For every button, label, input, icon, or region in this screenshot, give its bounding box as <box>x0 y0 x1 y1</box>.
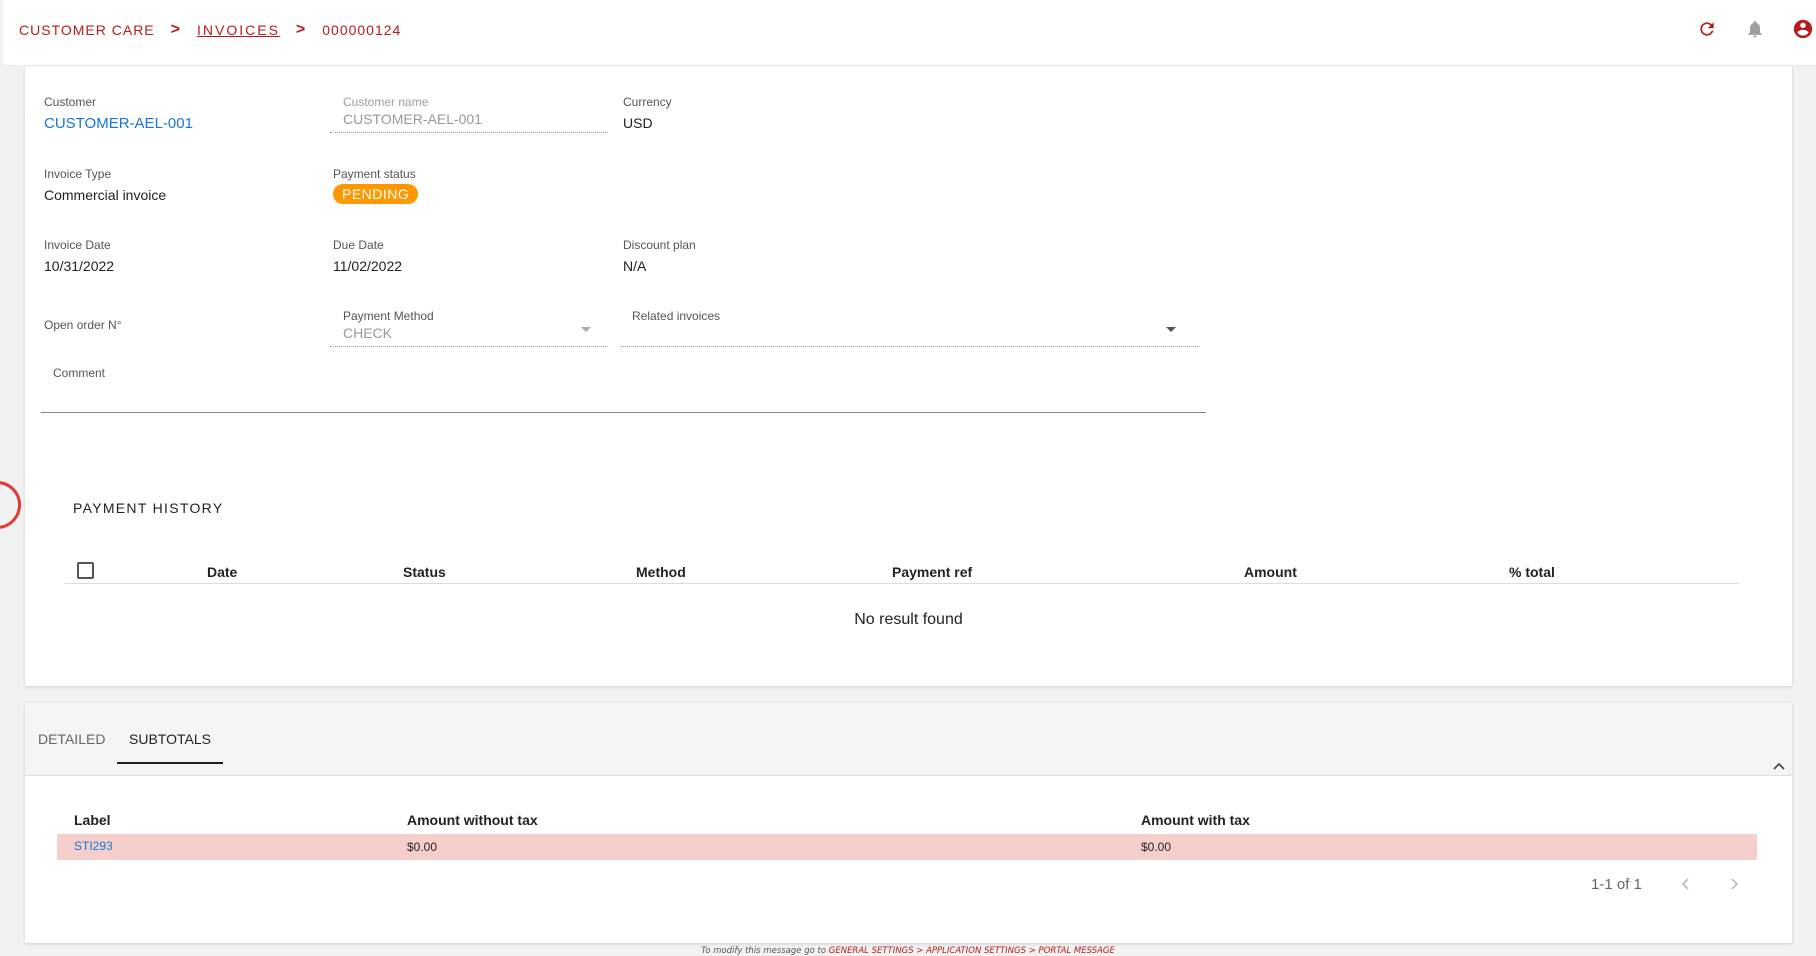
due-date-label: Due Date <box>333 238 384 252</box>
payment-method-select[interactable]: Payment Method CHECK <box>343 309 613 349</box>
discount-plan-label: Discount plan <box>623 238 696 252</box>
currency-value: USD <box>623 115 653 131</box>
related-invoices-select[interactable]: Related invoices <box>632 309 1199 349</box>
open-order-label: Open order N° <box>44 318 122 332</box>
column-header-payment-ref[interactable]: Payment ref <box>892 564 972 580</box>
breadcrumb-separator: > <box>295 21 307 38</box>
account-icon[interactable] <box>1790 16 1816 42</box>
payment-status-field: Payment status PENDING <box>333 167 419 204</box>
currency-field: Currency USD <box>623 95 672 131</box>
invoice-date-field: Invoice Date 10/31/2022 <box>44 238 114 274</box>
column-header-amount[interactable]: Amount <box>1244 564 1297 580</box>
customer-name-underline <box>330 132 608 133</box>
column-header-method[interactable]: Method <box>636 564 686 580</box>
invoice-date-label: Invoice Date <box>44 238 111 252</box>
next-page-icon[interactable] <box>1727 877 1741 895</box>
invoice-date-value: 10/31/2022 <box>44 258 115 274</box>
portal-message-path[interactable]: GENERAL SETTINGS > APPLICATION SETTINGS … <box>829 946 1115 956</box>
tab-subtotals[interactable]: SUBTOTALS <box>129 731 211 747</box>
status-badge: PENDING <box>333 184 419 204</box>
payment-method-label: Payment Method <box>343 309 434 323</box>
payment-status-label: Payment status <box>333 167 416 181</box>
refresh-icon[interactable] <box>1694 16 1720 42</box>
chevron-down-icon <box>1166 327 1176 332</box>
breadcrumb-customer-care[interactable]: CUSTOMER CARE <box>19 22 155 38</box>
discount-plan-field: Discount plan N/A <box>623 238 696 274</box>
subtotals-card: DETAILED SUBTOTALS Label Amount without … <box>25 703 1792 943</box>
column-header-percent-total[interactable]: % total <box>1509 564 1555 580</box>
bell-icon[interactable] <box>1742 16 1768 42</box>
loading-ring <box>0 481 21 529</box>
customer-name-label: Customer name <box>343 95 429 109</box>
active-tab-indicator <box>117 762 223 764</box>
breadcrumb-invoice-number: 000000124 <box>322 22 402 38</box>
portal-message: To modify this message go to GENERAL SET… <box>0 946 1816 956</box>
column-header-label: Label <box>74 812 111 828</box>
customer-link[interactable]: CUSTOMER-AEL-001 <box>44 115 193 132</box>
currency-label: Currency <box>623 95 672 109</box>
column-header-amount-with-tax: Amount with tax <box>1141 812 1250 828</box>
payment-method-underline <box>330 346 608 347</box>
top-bar: CUSTOMER CARE > INVOICES > 000000124 <box>3 0 1816 66</box>
due-date-value: 11/02/2022 <box>333 258 403 274</box>
subtotal-amount-without-tax: $0.00 <box>407 840 438 854</box>
column-header-amount-without-tax: Amount without tax <box>407 812 538 828</box>
due-date-field: Due Date 11/02/2022 <box>333 238 402 274</box>
customer-field: Customer CUSTOMER-AEL-001 <box>44 95 193 132</box>
invoice-type-label: Invoice Type <box>44 167 112 181</box>
invoice-type-field: Invoice Type Commercial invoice <box>44 167 166 203</box>
tab-detailed[interactable]: DETAILED <box>38 731 105 747</box>
payment-history-header: Date Status Method Payment ref Amount % … <box>65 558 1739 584</box>
breadcrumb-invoices-link[interactable]: INVOICES <box>197 22 280 38</box>
comment-label: Comment <box>53 366 106 380</box>
previous-page-icon[interactable] <box>1679 877 1693 895</box>
pagination-range: 1-1 of 1 <box>1591 876 1642 893</box>
related-invoices-label: Related invoices <box>632 309 721 323</box>
payment-history-title: PAYMENT HISTORY <box>73 500 224 516</box>
chevron-down-icon <box>581 327 591 332</box>
invoice-details-card: Customer CUSTOMER-AEL-001 Customer name … <box>25 66 1792 686</box>
invoice-type-value: Commercial invoice <box>44 187 167 203</box>
comment-field[interactable]: Comment <box>41 366 1205 414</box>
header-actions <box>1672 16 1816 42</box>
comment-underline <box>41 412 1206 413</box>
customer-name-field: Customer name CUSTOMER-AEL-001 <box>343 95 482 127</box>
empty-state-text: No result found <box>854 611 963 628</box>
customer-name-value: CUSTOMER-AEL-001 <box>343 111 483 127</box>
subtotal-label-link[interactable]: STI293 <box>74 839 113 853</box>
table-row[interactable]: STI293 $0.00 $0.00 <box>57 834 1757 860</box>
select-all-checkbox[interactable] <box>77 562 94 579</box>
chevron-up-icon[interactable] <box>1772 759 1786 773</box>
tab-bar: DETAILED SUBTOTALS <box>25 703 1792 776</box>
column-header-date[interactable]: Date <box>207 564 237 580</box>
column-header-status[interactable]: Status <box>403 564 446 580</box>
customer-label: Customer <box>44 95 97 109</box>
related-invoices-underline <box>621 346 1200 347</box>
breadcrumb-separator: > <box>170 21 181 38</box>
payment-method-value: CHECK <box>343 325 393 341</box>
breadcrumb: CUSTOMER CARE > INVOICES > 000000124 <box>19 21 401 39</box>
subtotal-amount-with-tax: $0.00 <box>1141 840 1172 854</box>
discount-plan-value: N/A <box>623 258 647 274</box>
portal-message-prefix: To modify this message go to <box>701 946 827 956</box>
open-order-field: Open order N° <box>44 318 122 332</box>
